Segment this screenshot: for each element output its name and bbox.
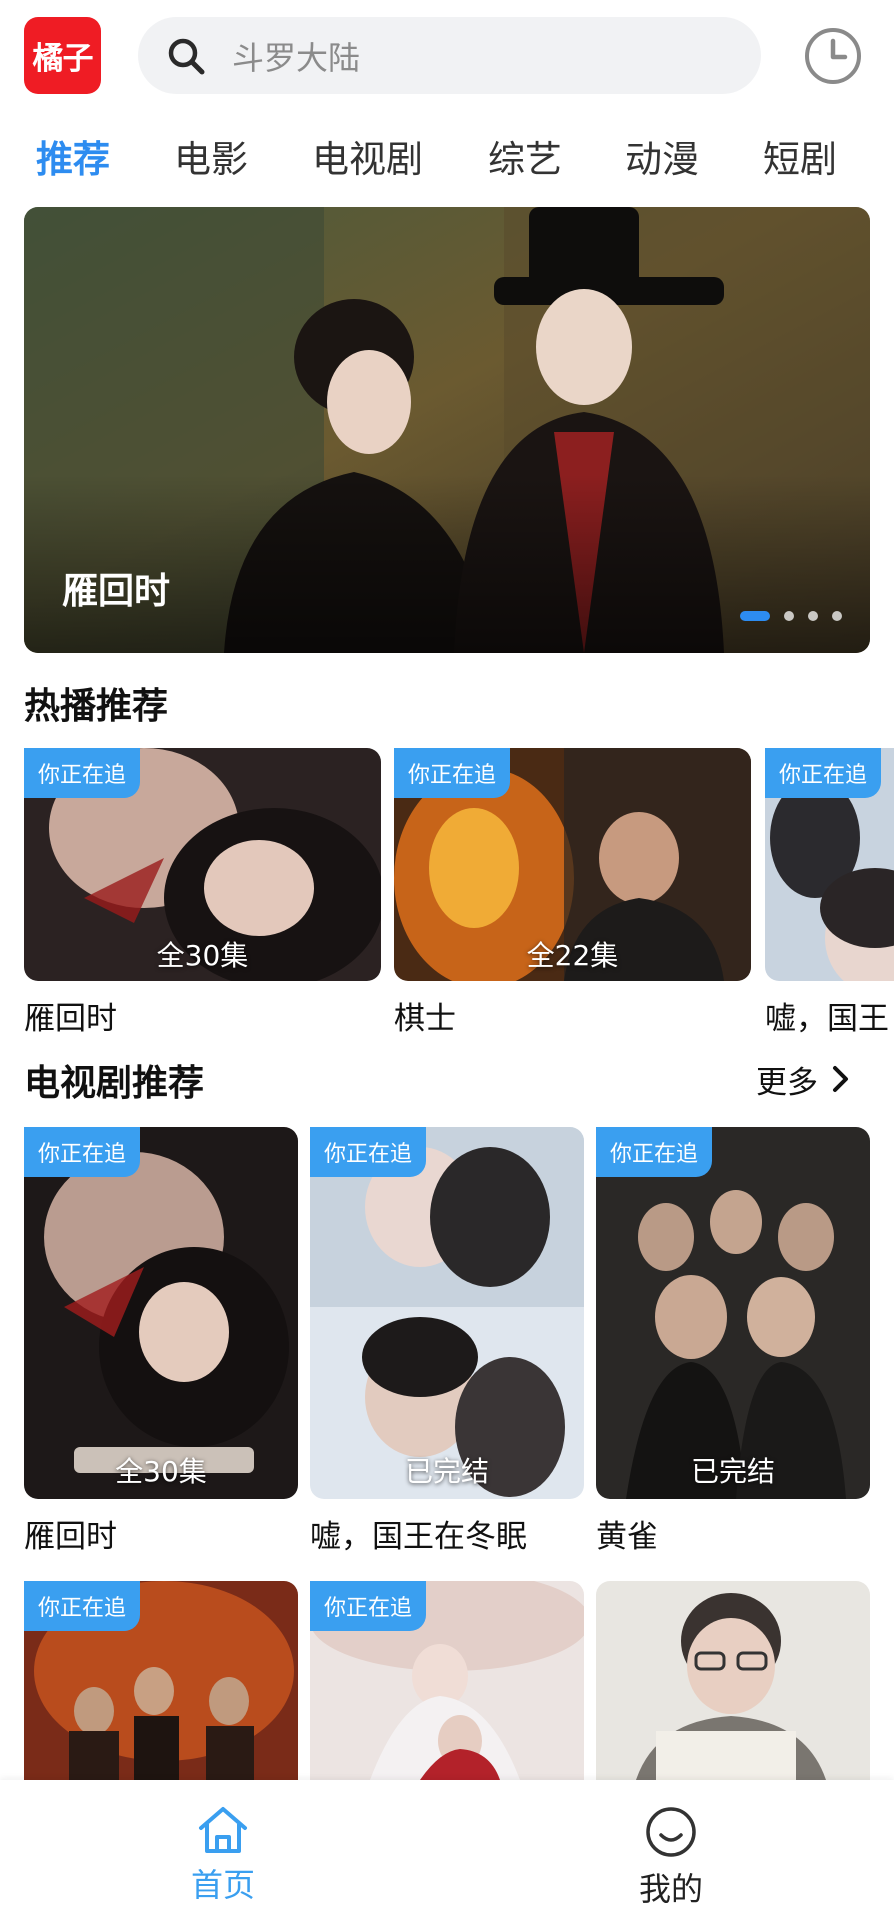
tab-anime[interactable]: 动漫 [625,120,699,192]
nav-home[interactable]: 首页 [163,1804,283,1906]
tab-short-drama[interactable]: 短剧 [763,120,837,192]
category-tabs: 推荐 电影 电视剧 综艺 动漫 短剧 [0,120,894,192]
poster-image [596,1581,870,1780]
following-badge: 你正在追 [310,1581,427,1631]
tab-recommend[interactable]: 推荐 [36,120,110,192]
card-title: 黄雀 [596,1519,658,1555]
carousel-indicator [740,611,842,621]
poster-image [596,1127,870,1499]
search-placeholder: 斗罗大陆 [232,38,361,77]
carousel-dot [740,611,770,621]
carousel-dot [808,611,818,621]
home-icon [199,1807,247,1853]
poster-image [24,1127,298,1499]
following-badge: 你正在追 [765,748,882,798]
card-title: 嘘，国王 [765,1001,889,1037]
tab-tv-series[interactable]: 电视剧 [312,120,423,192]
card-title: 雁回时 [24,1519,117,1555]
following-badge: 你正在追 [310,1127,427,1177]
episode-count: 已完结 [690,1455,775,1488]
search-icon [166,17,238,94]
history-button[interactable] [803,26,863,86]
episode-count: 已完结 [404,1455,489,1488]
hot-section-title: 热播推荐 [24,686,169,727]
tab-variety[interactable]: 综艺 [488,120,562,192]
tv-section-title: 电视剧推荐 [24,1063,205,1104]
clock-icon [805,28,861,84]
carousel-dot [784,611,794,621]
banner-title: 雁回时 [62,571,171,612]
app-logo[interactable]: 橘子 [24,17,101,94]
more-label: 更多 [756,1064,818,1101]
nav-mine-label: 我的 [638,1870,703,1908]
following-badge: 你正在追 [394,748,511,798]
following-badge: 你正在追 [24,748,141,798]
search-bar[interactable]: 斗罗大陆 [138,17,761,94]
smiley-icon [646,1807,696,1857]
tab-movies[interactable]: 电影 [174,120,248,192]
card-title: 嘘，国王在冬眠 [310,1519,527,1555]
following-badge: 你正在追 [596,1127,713,1177]
chevron-right-icon [833,1066,848,1092]
top-bar: 橘子 斗罗大陆 [0,0,894,110]
nav-home-label: 首页 [190,1866,255,1904]
bottom-navigation: 首页 我的 [0,1780,894,1920]
episode-count: 全30集 [115,1455,207,1488]
episode-count: 全22集 [526,939,619,972]
carousel-dot [832,611,842,621]
following-badge: 你正在追 [24,1127,141,1177]
more-link[interactable]: 更多 [756,1057,850,1101]
following-badge: 你正在追 [24,1581,141,1631]
card-title: 雁回时 [24,1001,117,1037]
poster-image [310,1127,584,1499]
card-title: 棋士 [394,1001,456,1037]
episode-count: 全30集 [156,939,249,972]
nav-mine[interactable]: 我的 [611,1804,731,1910]
banner-carousel[interactable]: 雁回时 [24,207,870,653]
